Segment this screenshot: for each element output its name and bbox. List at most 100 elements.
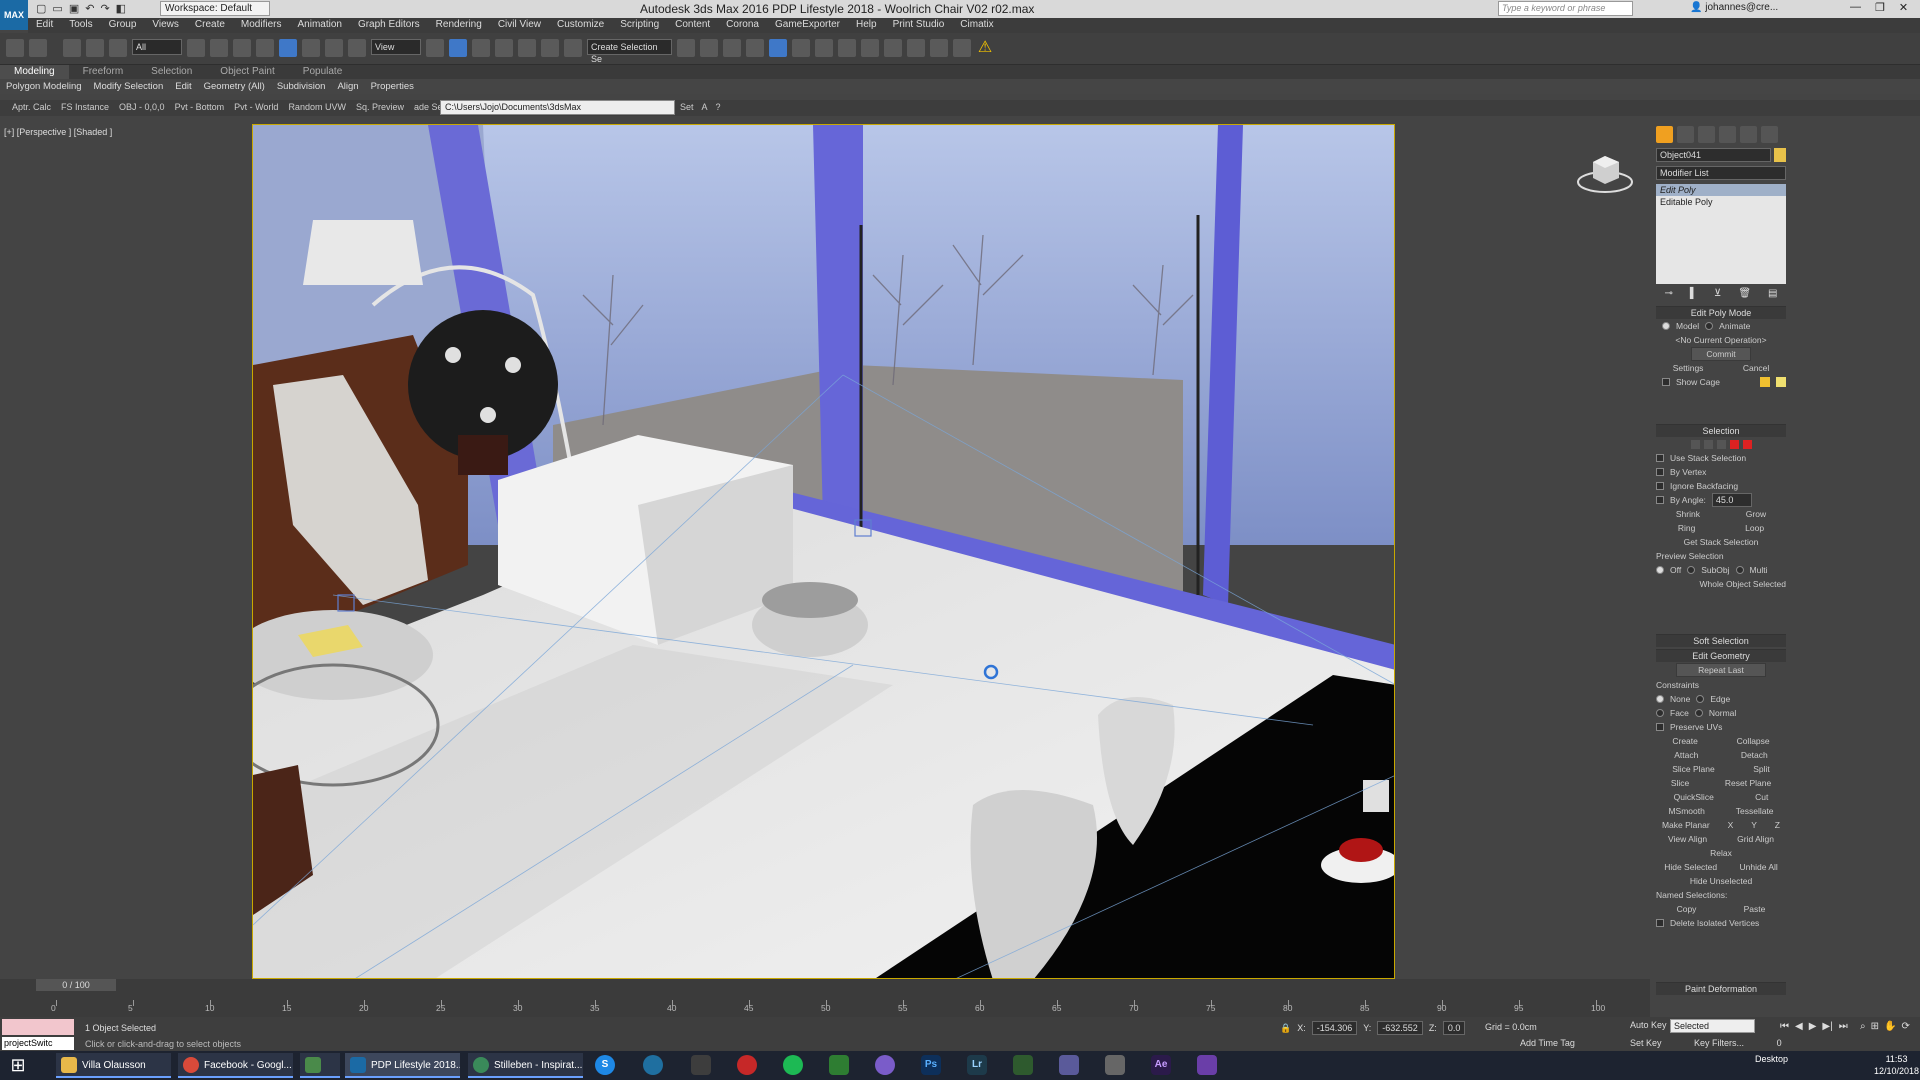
material-editor-icon[interactable] (838, 39, 856, 57)
copy-button[interactable]: Copy (1677, 904, 1697, 914)
spinner-snap-icon[interactable] (541, 39, 559, 57)
warning-icon[interactable]: ⚠ (976, 39, 994, 57)
stack-item-editable-poly[interactable]: Editable Poly (1656, 196, 1786, 208)
planar-x-button[interactable]: X (1728, 820, 1734, 830)
skype-icon[interactable]: S (595, 1055, 615, 1075)
x-coordinate-field[interactable]: -154.306 (1311, 1021, 1358, 1035)
green-app-icon[interactable] (829, 1055, 849, 1075)
rollout-title[interactable]: Paint Deformation (1656, 982, 1786, 995)
edit-named-sets-icon[interactable] (564, 39, 582, 57)
panel-edit[interactable]: Edit (169, 79, 197, 94)
stack-item-edit-poly[interactable]: Edit Poly (1656, 184, 1786, 196)
display-tab-icon[interactable] (1740, 126, 1757, 143)
set-key-button[interactable]: Set Key (1630, 1038, 1662, 1048)
tab-modeling[interactable]: Modeling (0, 65, 69, 79)
delete-isolated-checkbox[interactable] (1656, 919, 1664, 927)
viewcube[interactable] (1575, 150, 1635, 195)
split-checkbox-label[interactable]: Split (1753, 764, 1770, 774)
menu-modifiers[interactable]: Modifiers (233, 18, 290, 33)
panel-modify-selection[interactable]: Modify Selection (88, 79, 170, 94)
panel-align[interactable]: Align (331, 79, 364, 94)
time-slider[interactable]: 0 / 100 (36, 979, 116, 991)
windows-start-icon[interactable]: ⊞ (0, 1051, 36, 1080)
menu-customize[interactable]: Customize (549, 18, 612, 33)
path-help-button[interactable]: ? (716, 102, 721, 112)
hierarchy-tab-icon[interactable] (1698, 126, 1715, 143)
window-crossing-icon[interactable] (256, 39, 274, 57)
object-name-field[interactable]: Object041 (1656, 148, 1771, 162)
play-icon[interactable]: ▶ (1809, 1021, 1817, 1032)
photoshop-icon[interactable]: Ps (921, 1055, 941, 1075)
taskbar-item-explorer[interactable]: Villa Olausson (56, 1053, 171, 1078)
vertex-level-icon[interactable] (1690, 439, 1700, 449)
percent-snap-icon[interactable] (518, 39, 536, 57)
scene-explorer-icon[interactable] (746, 39, 764, 57)
angle-snap-icon[interactable] (495, 39, 513, 57)
rollout-title[interactable]: Edit Geometry (1656, 649, 1786, 662)
by-vertex-checkbox[interactable] (1656, 468, 1664, 476)
key-mode-dropdown[interactable]: Selected (1670, 1019, 1755, 1033)
layer-explorer-icon[interactable] (723, 39, 741, 57)
zoom-icon[interactable]: ⌕ (1860, 1021, 1866, 1032)
viewport-label[interactable]: [+] [Perspective ] [Shaded ] (4, 127, 112, 137)
ribbon-toggle-icon[interactable] (769, 39, 787, 57)
color-app-icon[interactable] (875, 1055, 895, 1075)
model-radio[interactable] (1662, 322, 1670, 330)
project-path-field[interactable]: C:\Users\Jojo\Documents\3dsMax (440, 100, 675, 115)
pivot-center-icon[interactable] (426, 39, 444, 57)
slice-plane-button[interactable]: Slice Plane (1672, 764, 1715, 774)
by-angle-checkbox[interactable] (1656, 496, 1664, 504)
panel-geometry[interactable]: Geometry (All) (198, 79, 271, 94)
desktop-toolbar[interactable]: Desktop (1755, 1054, 1788, 1064)
save-icon[interactable]: ▣ (69, 2, 79, 15)
link-icon[interactable] (63, 39, 81, 57)
preview-off-radio[interactable] (1656, 566, 1664, 574)
border-level-icon[interactable] (1716, 439, 1726, 449)
show-cage-checkbox[interactable] (1662, 378, 1670, 386)
taskbar-item-3dsmax[interactable]: PDP Lifestyle 2018... (345, 1053, 460, 1078)
menu-graph-editors[interactable]: Graph Editors (350, 18, 428, 33)
unlink-icon[interactable] (86, 39, 104, 57)
grid-align-button[interactable]: Grid Align (1737, 834, 1774, 844)
system-clock[interactable]: 11:53 12/10/2018 (1874, 1053, 1919, 1077)
teamviewer-icon[interactable] (643, 1055, 663, 1075)
use-stack-checkbox[interactable] (1656, 454, 1664, 462)
power-app-icon[interactable] (737, 1055, 757, 1075)
remove-modifier-icon[interactable]: 🗑 (1738, 288, 1751, 299)
tab-freeform[interactable]: Freeform (69, 65, 138, 79)
y-coordinate-field[interactable]: -632.552 (1377, 1021, 1423, 1035)
lock-icon[interactable]: 🔒 (1280, 1023, 1291, 1034)
menu-civil-view[interactable]: Civil View (490, 18, 549, 33)
detach-button[interactable]: Detach (1741, 750, 1768, 760)
open-icon[interactable]: ▭ (52, 2, 62, 15)
redo-icon[interactable] (29, 39, 47, 57)
create-tab-icon[interactable] (1656, 126, 1673, 143)
reset-plane-button[interactable]: Reset Plane (1725, 778, 1771, 788)
msmooth-button[interactable]: MSmooth (1668, 806, 1704, 816)
preview-multi-radio[interactable] (1735, 566, 1744, 574)
render-setup-icon[interactable] (861, 39, 879, 57)
menu-edit[interactable]: Edit (28, 18, 61, 33)
undo-icon[interactable]: ↶ (85, 2, 94, 15)
key-filters-button[interactable]: Key Filters... (1694, 1038, 1744, 1048)
snaps-toggle-icon[interactable] (472, 39, 490, 57)
select-rotate-icon[interactable] (302, 39, 320, 57)
rect-selection-icon[interactable] (233, 39, 251, 57)
menu-corona[interactable]: Corona (718, 18, 767, 33)
current-frame-field[interactable]: 0 (1777, 1038, 1782, 1048)
maxscript-listener-output[interactable] (2, 1019, 74, 1035)
cube-app-icon[interactable] (691, 1055, 711, 1075)
shrink-button[interactable]: Shrink (1676, 509, 1700, 519)
tab-populate[interactable]: Populate (289, 65, 356, 79)
cage-color-swatch[interactable] (1760, 377, 1770, 387)
rollout-title[interactable]: Edit Poly Mode (1656, 306, 1786, 319)
restore-icon[interactable]: ❐ (1875, 1, 1885, 14)
commit-button[interactable]: Commit (1691, 347, 1751, 361)
menu-tools[interactable]: Tools (61, 18, 100, 33)
view-align-button[interactable]: View Align (1668, 834, 1707, 844)
taskbar-item-chrome[interactable]: Facebook - Googl... (178, 1053, 293, 1078)
hide-unselected-button[interactable]: Hide Unselected (1656, 874, 1786, 888)
select-move-icon[interactable] (279, 39, 297, 57)
show-end-result-icon[interactable]: ▌ (1690, 288, 1697, 299)
menu-group[interactable]: Group (101, 18, 145, 33)
